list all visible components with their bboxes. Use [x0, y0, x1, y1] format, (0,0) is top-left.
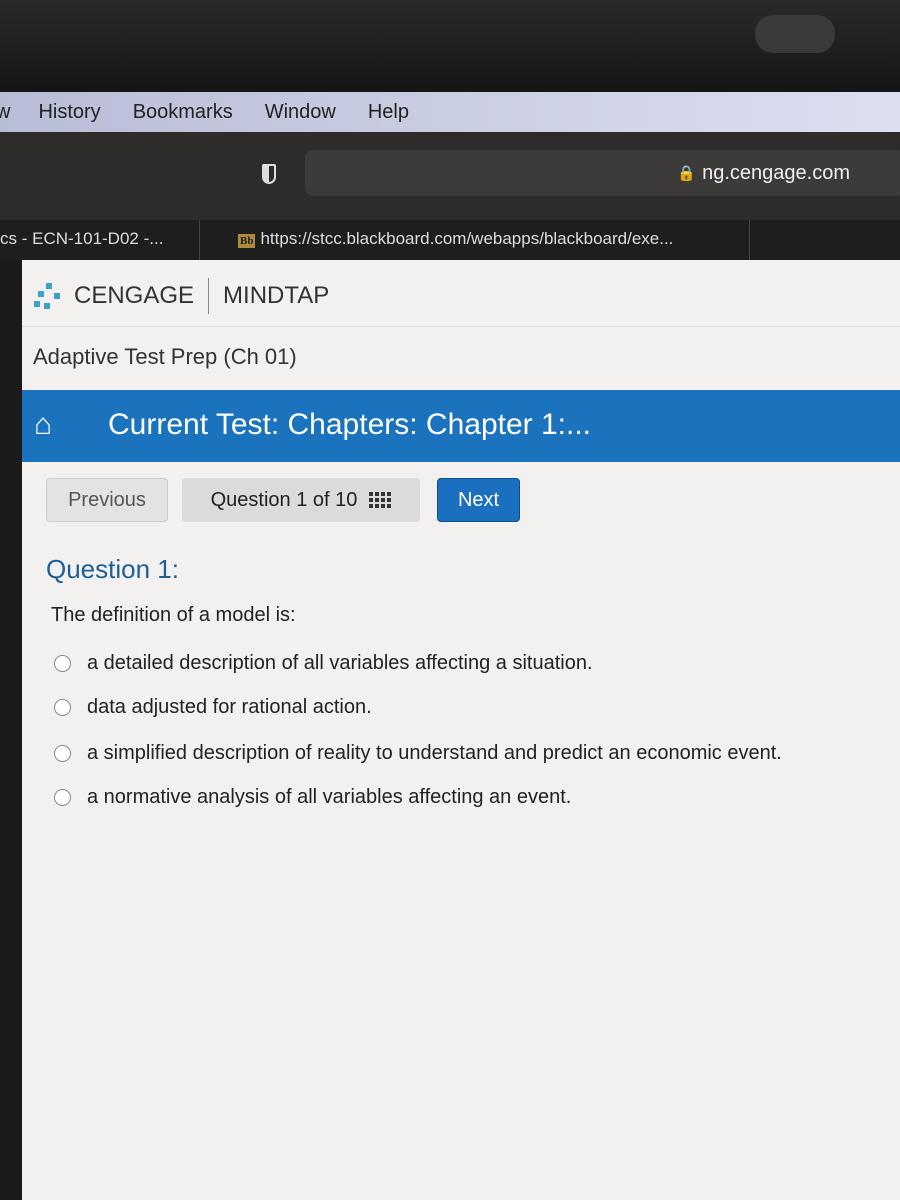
- tab-blackboard[interactable]: Bb https://stcc.blackboard.com/webapps/bl…: [238, 220, 750, 260]
- page-title: Adaptive Test Prep (Ch 01): [33, 344, 297, 369]
- option-label: a simplified description of reality to u…: [87, 742, 782, 764]
- lock-icon: 🔒: [677, 165, 697, 182]
- menu-help[interactable]: Help: [368, 101, 409, 124]
- menu-window[interactable]: Window: [265, 101, 336, 124]
- address-bar[interactable]: 🔒 ng.cengage.com: [305, 150, 900, 196]
- cengage-logo-icon: [32, 281, 64, 311]
- menu-bar: w History Bookmarks Window Help: [0, 92, 900, 132]
- option-label: data adjusted for rational action.: [87, 696, 372, 718]
- grid-icon: [369, 492, 392, 508]
- radio-button[interactable]: [54, 745, 71, 762]
- page-content: CENGAGE MINDTAP Adaptive Test Prep (Ch 0…: [22, 260, 900, 1200]
- current-test-title: Current Test: Chapters: Chapter 1:...: [108, 408, 592, 441]
- menu-history[interactable]: History: [38, 101, 100, 124]
- answer-option[interactable]: data adjusted for rational action.: [54, 696, 372, 719]
- brand-header: CENGAGE MINDTAP: [32, 278, 329, 314]
- answer-option[interactable]: a simplified description of reality to u…: [54, 742, 782, 765]
- camera: [755, 15, 835, 53]
- menu-bookmarks[interactable]: Bookmarks: [133, 101, 233, 124]
- shield-icon[interactable]: [262, 164, 276, 184]
- tab-label: cs - ECN-101-D02 -...: [0, 229, 164, 248]
- option-label: a normative analysis of all variables af…: [87, 786, 572, 808]
- radio-button[interactable]: [54, 699, 71, 716]
- tab-course[interactable]: cs - ECN-101-D02 -...: [0, 220, 200, 260]
- menu-view[interactable]: w: [0, 101, 10, 124]
- url-text: ng.cengage.com: [702, 161, 850, 184]
- screen-bezel: [0, 0, 900, 92]
- option-label: a detailed description of all variables …: [87, 652, 593, 674]
- question-selector-label: Question 1 of 10: [210, 488, 358, 511]
- question-selector[interactable]: Question 1 of 10: [182, 478, 420, 522]
- brand-divider: [208, 278, 210, 314]
- current-test-bar: ⌂ Current Test: Chapters: Chapter 1:...: [22, 390, 900, 462]
- question-text: The definition of a model is:: [51, 604, 296, 626]
- next-button[interactable]: Next: [437, 478, 520, 522]
- brand-name: CENGAGE: [74, 282, 195, 309]
- tab-bar: cs - ECN-101-D02 -... Bb https://stcc.bla…: [0, 220, 900, 260]
- answer-option[interactable]: a detailed description of all variables …: [54, 652, 593, 675]
- radio-button[interactable]: [54, 789, 71, 806]
- answer-option[interactable]: a normative analysis of all variables af…: [54, 786, 571, 809]
- header-divider: [22, 326, 900, 327]
- blackboard-icon: Bb: [238, 234, 256, 248]
- tab-label: https://stcc.blackboard.com/webapps/blac…: [260, 229, 674, 248]
- product-name: MINDTAP: [223, 282, 330, 309]
- radio-button[interactable]: [54, 655, 71, 672]
- question-heading: Question 1:: [46, 554, 179, 584]
- previous-button[interactable]: Previous: [46, 478, 168, 522]
- home-icon[interactable]: ⌂: [34, 408, 52, 442]
